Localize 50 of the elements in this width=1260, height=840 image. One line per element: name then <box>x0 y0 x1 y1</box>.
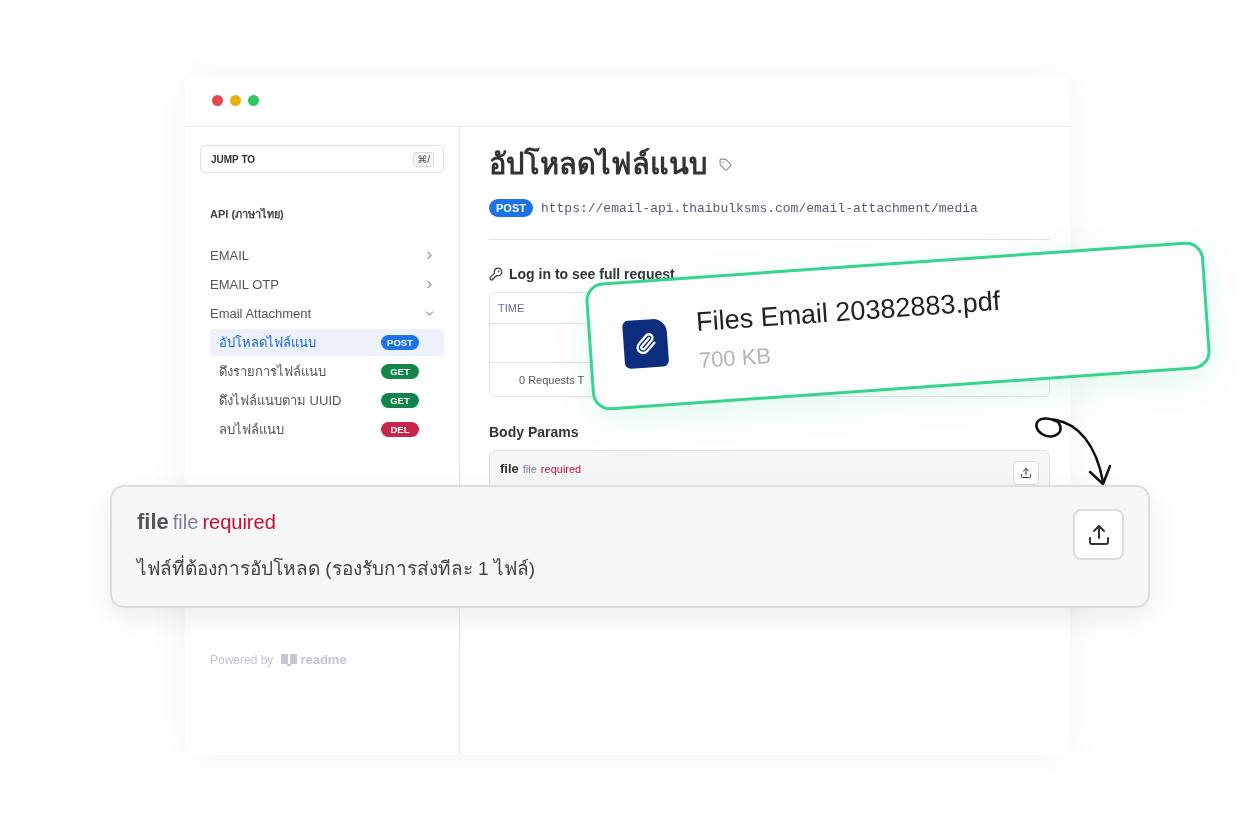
powered-by-text: Powered by <box>210 652 274 667</box>
section-heading: Body Params <box>489 424 580 440</box>
sidebar-item-label: EMAIL OTP <box>210 277 279 292</box>
param-description: ไฟล์ที่ต้องการอัปโหลด (รองรับการส่งทีละ 1 ไฟล์) <box>137 553 536 583</box>
required-label: required <box>202 511 276 534</box>
upload-icon <box>1086 522 1111 547</box>
tag-icon[interactable] <box>719 157 732 171</box>
endpoint-label: ดึงไฟล์แนบตาม UUID <box>219 392 342 410</box>
method-badge: GET <box>381 364 419 379</box>
upload-button[interactable] <box>1013 461 1039 485</box>
method-badge: POST <box>489 199 533 217</box>
page-title: อัปโหลดไฟล์แนบ <box>489 146 707 182</box>
file-name: Files Email 20382883.pdf <box>695 285 1002 338</box>
sidebar-item[interactable]: Email Attachment <box>200 299 444 328</box>
window-dot[interactable] <box>248 95 259 106</box>
jump-to-field[interactable]: JUMP TO ⌘/ <box>200 145 444 173</box>
endpoint-link[interactable]: ดึงรายการไฟล์แนบ GET <box>210 358 444 385</box>
book-icon <box>281 653 298 666</box>
param-name: file <box>137 509 169 535</box>
required-label: required <box>540 463 582 475</box>
endpoint-link[interactable]: ลบไฟล์แนบ DEL <box>210 416 444 443</box>
endpoint-link[interactable]: ดึงไฟล์แนบตาม UUID GET <box>210 387 444 414</box>
method-badge: DEL <box>381 422 419 437</box>
login-prompt: Log in to see full request <box>509 266 675 282</box>
paperclip-file-icon <box>622 318 670 370</box>
request-count: 0 Requests T <box>519 373 585 386</box>
param-type: file <box>522 463 537 475</box>
upload-button[interactable] <box>1073 509 1124 560</box>
endpoint-label: อัปโหลดไฟล์แนบ <box>219 334 316 352</box>
param-type: file <box>172 511 199 534</box>
file-size: 700 KB <box>698 341 773 374</box>
key-icon <box>489 267 503 281</box>
column-header: TIME <box>498 302 525 314</box>
window-dot[interactable] <box>230 95 241 106</box>
endpoint-label: ลบไฟล์แนบ <box>219 421 284 439</box>
sidebar-item[interactable]: EMAIL <box>200 241 444 270</box>
shortcut-key: ⌘/ <box>413 151 434 167</box>
endpoint-link[interactable]: อัปโหลดไฟล์แนบ POST <box>210 329 444 356</box>
jump-to-label: JUMP TO <box>211 153 256 165</box>
method-badge: GET <box>381 393 419 408</box>
window-dot[interactable] <box>212 95 223 106</box>
sidebar-item-label: Email Attachment <box>210 306 312 321</box>
endpoint-label: ดึงรายการไฟล์แนบ <box>219 363 326 381</box>
param-name: file <box>500 461 519 476</box>
method-badge: POST <box>381 335 419 350</box>
section-title: API (ภาษาไทย) <box>210 207 285 222</box>
upload-icon <box>1020 467 1032 479</box>
endpoint-url: https://email-api.thaibulksms.com/email-attachment/media <box>540 200 978 216</box>
sidebar-item[interactable]: EMAIL OTP <box>200 270 444 299</box>
sidebar-item-label: EMAIL <box>210 248 249 263</box>
